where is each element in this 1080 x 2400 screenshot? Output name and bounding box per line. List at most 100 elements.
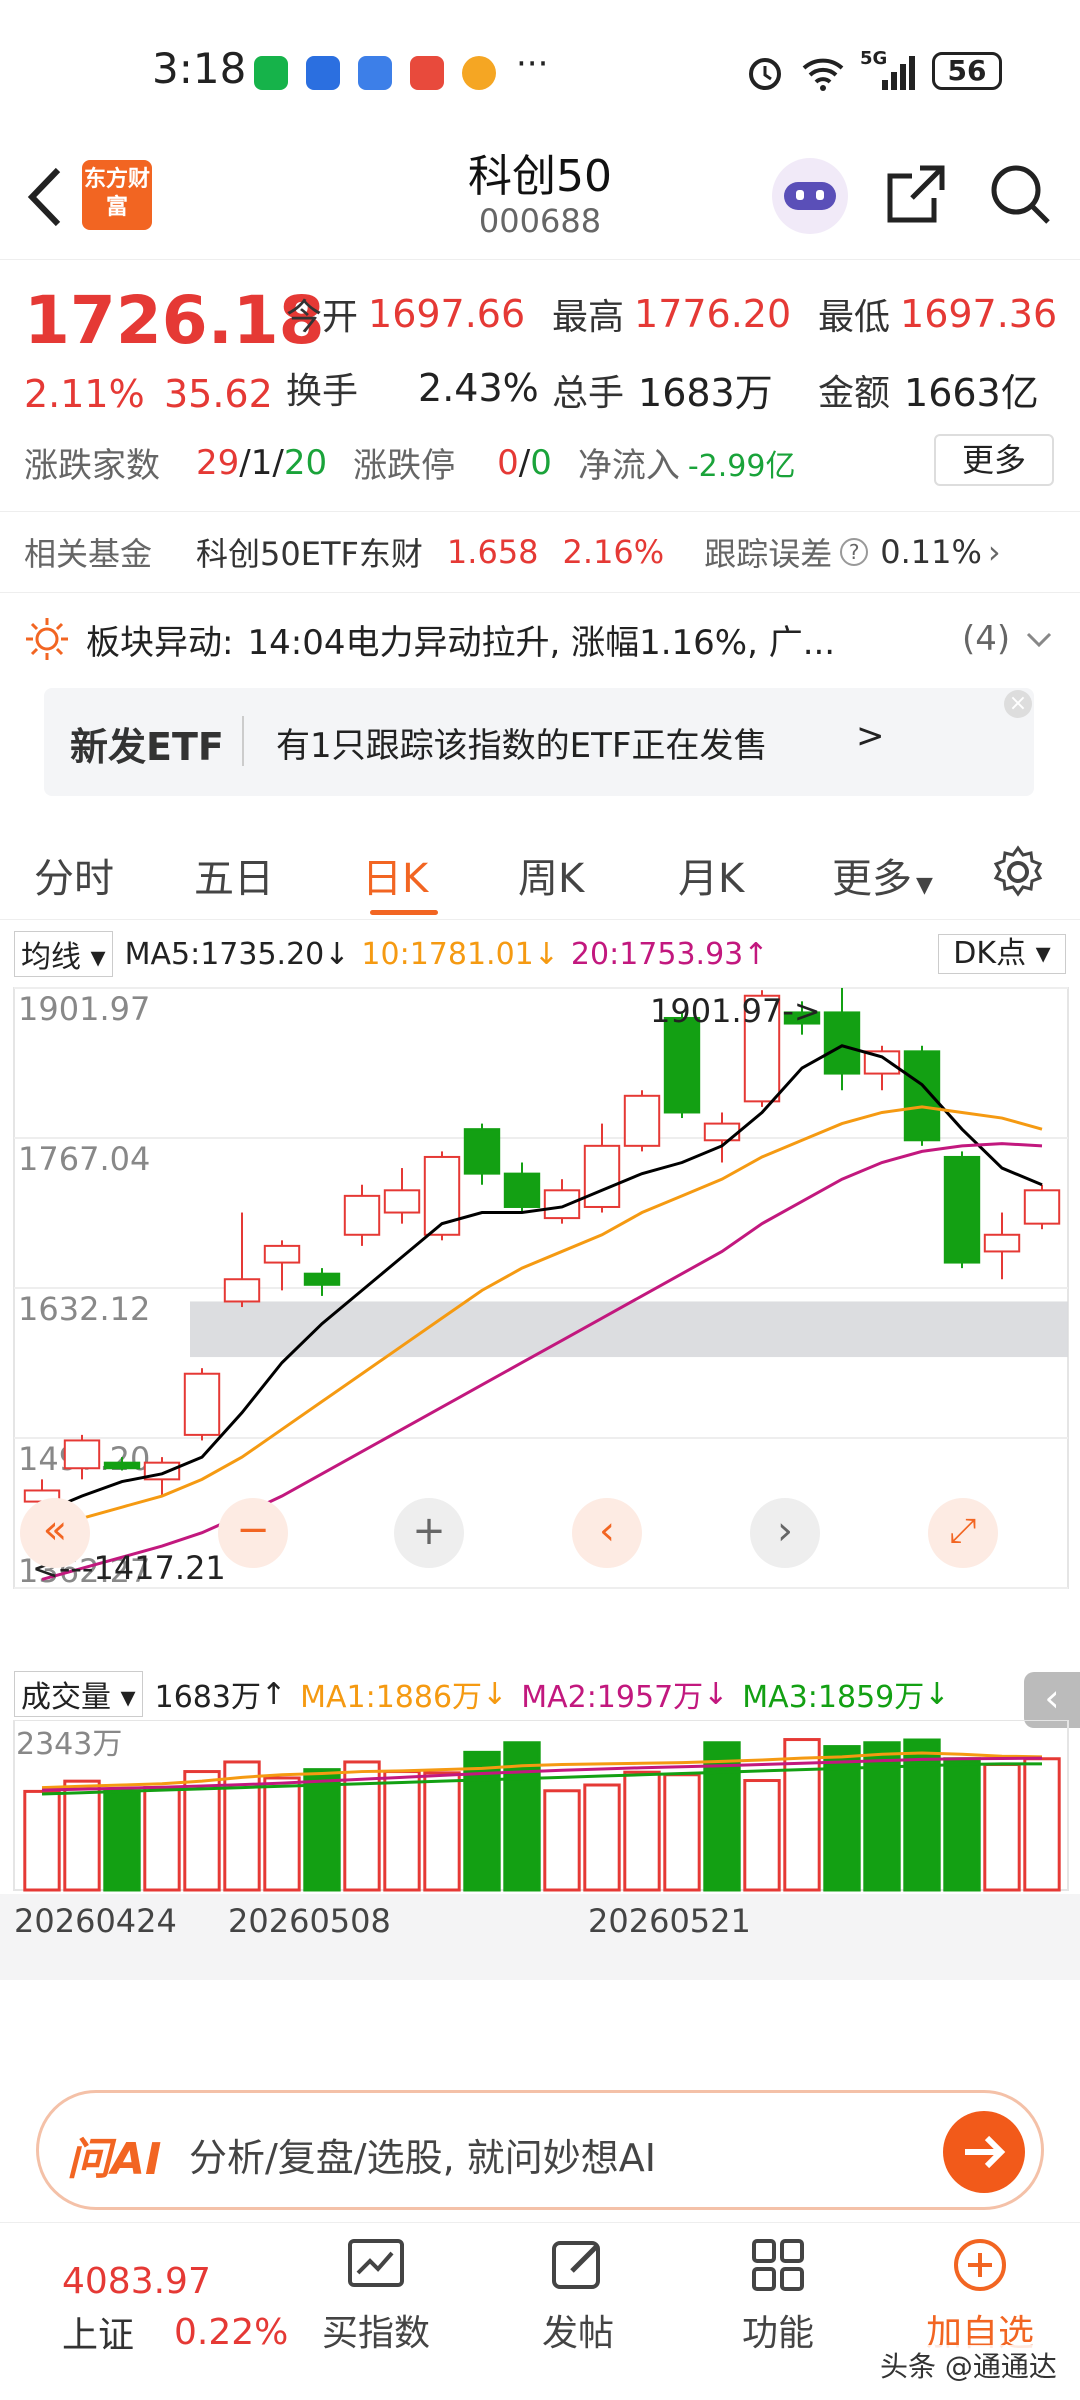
new-etf-banner[interactable]: 新发ETF 有1只跟踪该指数的ETF正在发售 > ×	[44, 688, 1034, 796]
nav-buy-index-label: 买指数	[321, 2313, 430, 2354]
banner-divider	[242, 716, 244, 766]
status-time: 3:18	[152, 44, 247, 93]
nav-add-watchlist[interactable]: 加自选	[910, 2235, 1050, 2356]
arrow-down-icon: ↓	[703, 1676, 729, 1712]
candle-body	[463, 1128, 501, 1175]
chevron-right-icon[interactable]: ›	[988, 533, 1001, 571]
prev-icon[interactable]: ‹	[572, 1498, 642, 1568]
ask-ai-bar[interactable]: 问AI 分析/复盘/选股, 就问妙想AI	[36, 2090, 1044, 2210]
tab-intraday[interactable]: 分时	[34, 846, 114, 904]
banner-text: 有1只跟踪该指数的ETF正在发售	[276, 726, 768, 766]
arrow-down-icon: ↓	[482, 1676, 508, 1712]
sh-index-value: 4083.97	[62, 2261, 211, 2302]
arrow-down-icon: ↓	[324, 936, 350, 972]
vol-ma1-label: MA1:1886万	[300, 1680, 483, 1715]
close-icon[interactable]: ×	[1004, 690, 1032, 718]
volume-bar	[623, 1770, 661, 1892]
high-annotation: 1901.97->	[650, 992, 821, 1030]
sh-index-widget[interactable]: 4083.97 上证 0.22%	[62, 2261, 288, 2358]
tab-monthly-k[interactable]: 月K	[678, 846, 744, 904]
zoom-out-icon[interactable]: −	[218, 1498, 288, 1568]
netflow-value: -2.99亿	[687, 448, 796, 484]
volume-bar	[1023, 1757, 1061, 1892]
tab-more-label: 更多	[832, 856, 912, 902]
gear-icon[interactable]	[990, 844, 1046, 900]
volume-bar	[663, 1773, 701, 1892]
edit-icon	[552, 2241, 600, 2289]
page-title: 科创50	[468, 151, 612, 202]
alert-text: 14:04电力异动拉升, 涨幅1.16%, 广...	[247, 622, 836, 663]
chevron-left-icon[interactable]	[24, 162, 64, 232]
eastmoney-logo[interactable]: 东方财富	[82, 160, 152, 230]
ma-legend: 均线 ▾ MA5:1735.20 ↓ 10:1781.01 ↓ 20:1753.93…	[14, 931, 768, 977]
book-icon	[410, 56, 444, 90]
tab-five-day[interactable]: 五日	[194, 846, 274, 904]
x-tick-label: 20260508	[228, 1902, 391, 1940]
more-button[interactable]: 更多	[934, 434, 1054, 486]
volume-bar	[943, 1757, 981, 1892]
volume-selector[interactable]: 成交量 ▾	[14, 1671, 143, 1717]
breadth-flat: 1	[250, 442, 273, 483]
amount-value: 1663亿	[904, 371, 1039, 415]
ma-selector-label: 均线	[21, 940, 81, 975]
arrow-right-icon[interactable]	[943, 2111, 1025, 2193]
fullscreen-icon[interactable]: ⤢	[928, 1498, 998, 1568]
fund-name[interactable]: 科创50ETF东财	[196, 529, 423, 575]
y-tick-label: 1632.12	[18, 1290, 150, 1328]
candle-body	[1023, 1189, 1061, 1225]
next-icon[interactable]: ›	[750, 1498, 820, 1568]
kline-chart-area[interactable]: 均线 ▾ MA5:1735.20 ↓ 10:1781.01 ↓ 20:1753.93…	[0, 920, 1080, 2060]
candle-body	[943, 1155, 981, 1264]
share-icon[interactable]	[884, 162, 948, 226]
collapse-left-icon[interactable]: «	[20, 1498, 90, 1568]
limit-up: 0	[497, 442, 519, 483]
volume-legend: 成交量 ▾ 1683万 ↑ MA1:1886万 ↓ MA2:1957万 ↓ MA3:1…	[14, 1671, 949, 1717]
watermark: 头条 @通通达	[880, 2345, 1057, 2385]
nav-buy-index[interactable]: 买指数	[306, 2235, 446, 2356]
ma20-label: 20:1753.93	[570, 936, 744, 972]
track-label: 跟踪误差	[704, 535, 833, 573]
banner-tag: 新发ETF	[70, 725, 224, 769]
search-icon[interactable]	[988, 162, 1054, 228]
nav-post[interactable]: 发帖	[508, 2235, 648, 2356]
index-change: 35.62	[164, 372, 273, 416]
y-tick-label: 1767.04	[18, 1140, 150, 1178]
ma10-label: 10:1781.01	[361, 936, 534, 972]
x-tick-label: 20260521	[588, 1902, 751, 1940]
candle-body	[503, 1172, 541, 1208]
stock-code: 000688	[478, 202, 602, 240]
zoom-in-icon[interactable]: +	[394, 1498, 464, 1568]
volume-bar	[63, 1779, 101, 1892]
volume-bar	[903, 1738, 941, 1892]
chart-icon	[348, 2239, 404, 2287]
chevron-down-icon[interactable]	[1024, 624, 1054, 654]
alarm-icon	[749, 58, 781, 90]
related-fund-row[interactable]: 相关基金 科创50ETF东财 1.658 2.16% 跟踪误差 ? 0.11% …	[24, 528, 1064, 576]
tab-more[interactable]: 更多 ▼	[832, 846, 933, 904]
tab-daily-k[interactable]: 日K	[362, 846, 428, 904]
sun-icon	[26, 618, 68, 660]
help-icon[interactable]: ?	[840, 538, 869, 566]
status-bar: 3:18 ··· 5G 56	[0, 0, 1080, 140]
divider	[0, 592, 1080, 593]
sector-alert-row[interactable]: 板块异动: 14:04电力异动拉升, 涨幅1.16%, 广... (4)	[24, 612, 1064, 666]
volume-label: 总手	[552, 372, 625, 414]
bottom-nav: 4083.97 上证 0.22% 买指数 发帖 功能 加自选 头条 @通通达	[0, 2222, 1080, 2400]
dk-point-button[interactable]: DK点 ▾	[938, 934, 1066, 974]
ma-selector[interactable]: 均线 ▾	[14, 931, 113, 977]
nav-functions[interactable]: 功能	[708, 2235, 848, 2356]
vol-ma3-label: MA3:1859万	[742, 1680, 925, 1715]
nav-functions-label: 功能	[741, 2313, 814, 2354]
candle-body	[983, 1233, 1021, 1253]
low-value: 1697.36	[900, 292, 1058, 336]
ask-ai-placeholder[interactable]: 分析/复盘/选股, 就问妙想AI	[189, 2127, 656, 2182]
turnover-value: 2.43%	[418, 366, 539, 410]
tab-weekly-k[interactable]: 周K	[518, 846, 584, 904]
volume-bar	[983, 1763, 1021, 1892]
candle-body	[663, 1016, 701, 1114]
volume-bar	[143, 1786, 181, 1892]
volume-bar	[423, 1771, 461, 1892]
ai-avatar-icon[interactable]	[772, 158, 848, 234]
y-tick-label: 1901.97	[18, 990, 150, 1028]
active-tab-indicator	[370, 910, 438, 915]
